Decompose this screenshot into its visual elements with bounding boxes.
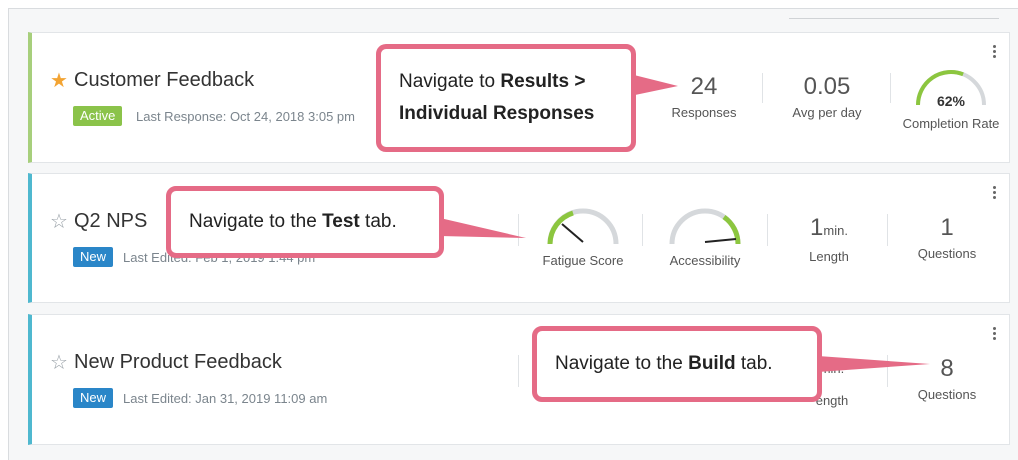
fatigue-score-gauge[interactable]: Fatigue Score (528, 206, 638, 268)
callout-test: Navigate to the Test tab. (166, 186, 444, 258)
questions-label: Questions (917, 246, 977, 261)
callout-bold-text: Results > (500, 71, 586, 92)
status-badge: Active (73, 106, 123, 126)
accessibility-label: Accessibility (669, 253, 741, 268)
more-options-icon[interactable] (993, 45, 997, 60)
length-label: Length (809, 249, 849, 264)
stat-divider (518, 214, 519, 246)
length-number: 1 (810, 214, 824, 241)
accessibility-gauge[interactable]: Accessibility (650, 206, 760, 268)
questions-count: 1 (940, 214, 954, 241)
completion-gauge: 62% Completion Rate (896, 67, 1006, 131)
star-outline-icon[interactable]: ☆ (50, 353, 68, 373)
length-value: 1min. (784, 214, 874, 245)
callout-bold-text: Build (688, 353, 736, 374)
callout-build-line: Navigate to the Build tab. (555, 348, 799, 380)
stat-divider (887, 355, 888, 387)
stat-divider (890, 73, 891, 103)
callout-text: Navigate to the (555, 353, 689, 374)
star-outline-icon[interactable]: ☆ (50, 212, 68, 232)
callout-text: tab. (735, 353, 773, 374)
callout-results-line1: Navigate to Results > (399, 66, 613, 98)
callout-results: Navigate to Results > Individual Respons… (376, 44, 636, 152)
avg-per-day-label: Avg per day (792, 105, 862, 120)
stat-divider (762, 73, 763, 103)
completion-percent: 62% (936, 93, 966, 109)
fatigue-gauge-arc (547, 208, 619, 245)
more-options-icon[interactable] (993, 186, 997, 201)
callout-results-line2: Individual Responses (399, 98, 613, 130)
callout-bold-text: Test (322, 211, 360, 232)
toolbar-divider (789, 18, 999, 19)
status-badge: New (73, 388, 114, 408)
status-badge: New (73, 247, 114, 267)
completion-label: Completion Rate (902, 116, 1000, 131)
stat-divider (887, 214, 888, 246)
avg-per-day-value: 0.05 (803, 73, 851, 100)
fatigue-score-label: Fatigue Score (542, 253, 624, 268)
responses-label: Responses (671, 105, 737, 120)
last-edited-text: Last Edited: Jan 31, 2019 11:09 am (123, 391, 328, 406)
survey-card-new-product-feedback[interactable]: ☆ New Product Feedback New Last Edited: … (28, 314, 1010, 445)
survey-title[interactable]: New Product Feedback (74, 351, 282, 374)
star-filled-icon[interactable]: ★ (50, 71, 68, 91)
length-stat: 1min. Length (784, 214, 874, 264)
responses-stat[interactable]: 24 Responses (664, 73, 744, 120)
callout-text: Navigate to the (189, 211, 323, 232)
stat-divider (767, 214, 768, 246)
survey-title[interactable]: Q2 NPS (74, 210, 147, 233)
accessibility-gauge-arc (669, 208, 741, 245)
survey-title[interactable]: Customer Feedback (74, 69, 254, 92)
callout-text: Navigate to (399, 71, 501, 92)
callout-build: Navigate to the Build tab. (532, 326, 822, 402)
avg-per-day-stat: 0.05 Avg per day (777, 73, 877, 120)
questions-stat: 1 Questions (902, 214, 992, 261)
questions-stat: 8 Questions (902, 355, 992, 402)
questions-label: Questions (917, 387, 977, 402)
questions-count: 8 (940, 355, 954, 382)
responses-count: 24 (690, 73, 718, 100)
stat-divider (642, 214, 643, 246)
more-options-icon[interactable] (993, 327, 997, 342)
callout-test-line: Navigate to the Test tab. (189, 206, 421, 238)
callout-text: tab. (359, 211, 397, 232)
last-response-text: Last Response: Oct 24, 2018 3:05 pm (136, 109, 355, 124)
callout-bold-text: Individual Responses (399, 103, 595, 124)
length-unit: min. (823, 223, 848, 238)
stat-divider (518, 355, 519, 387)
